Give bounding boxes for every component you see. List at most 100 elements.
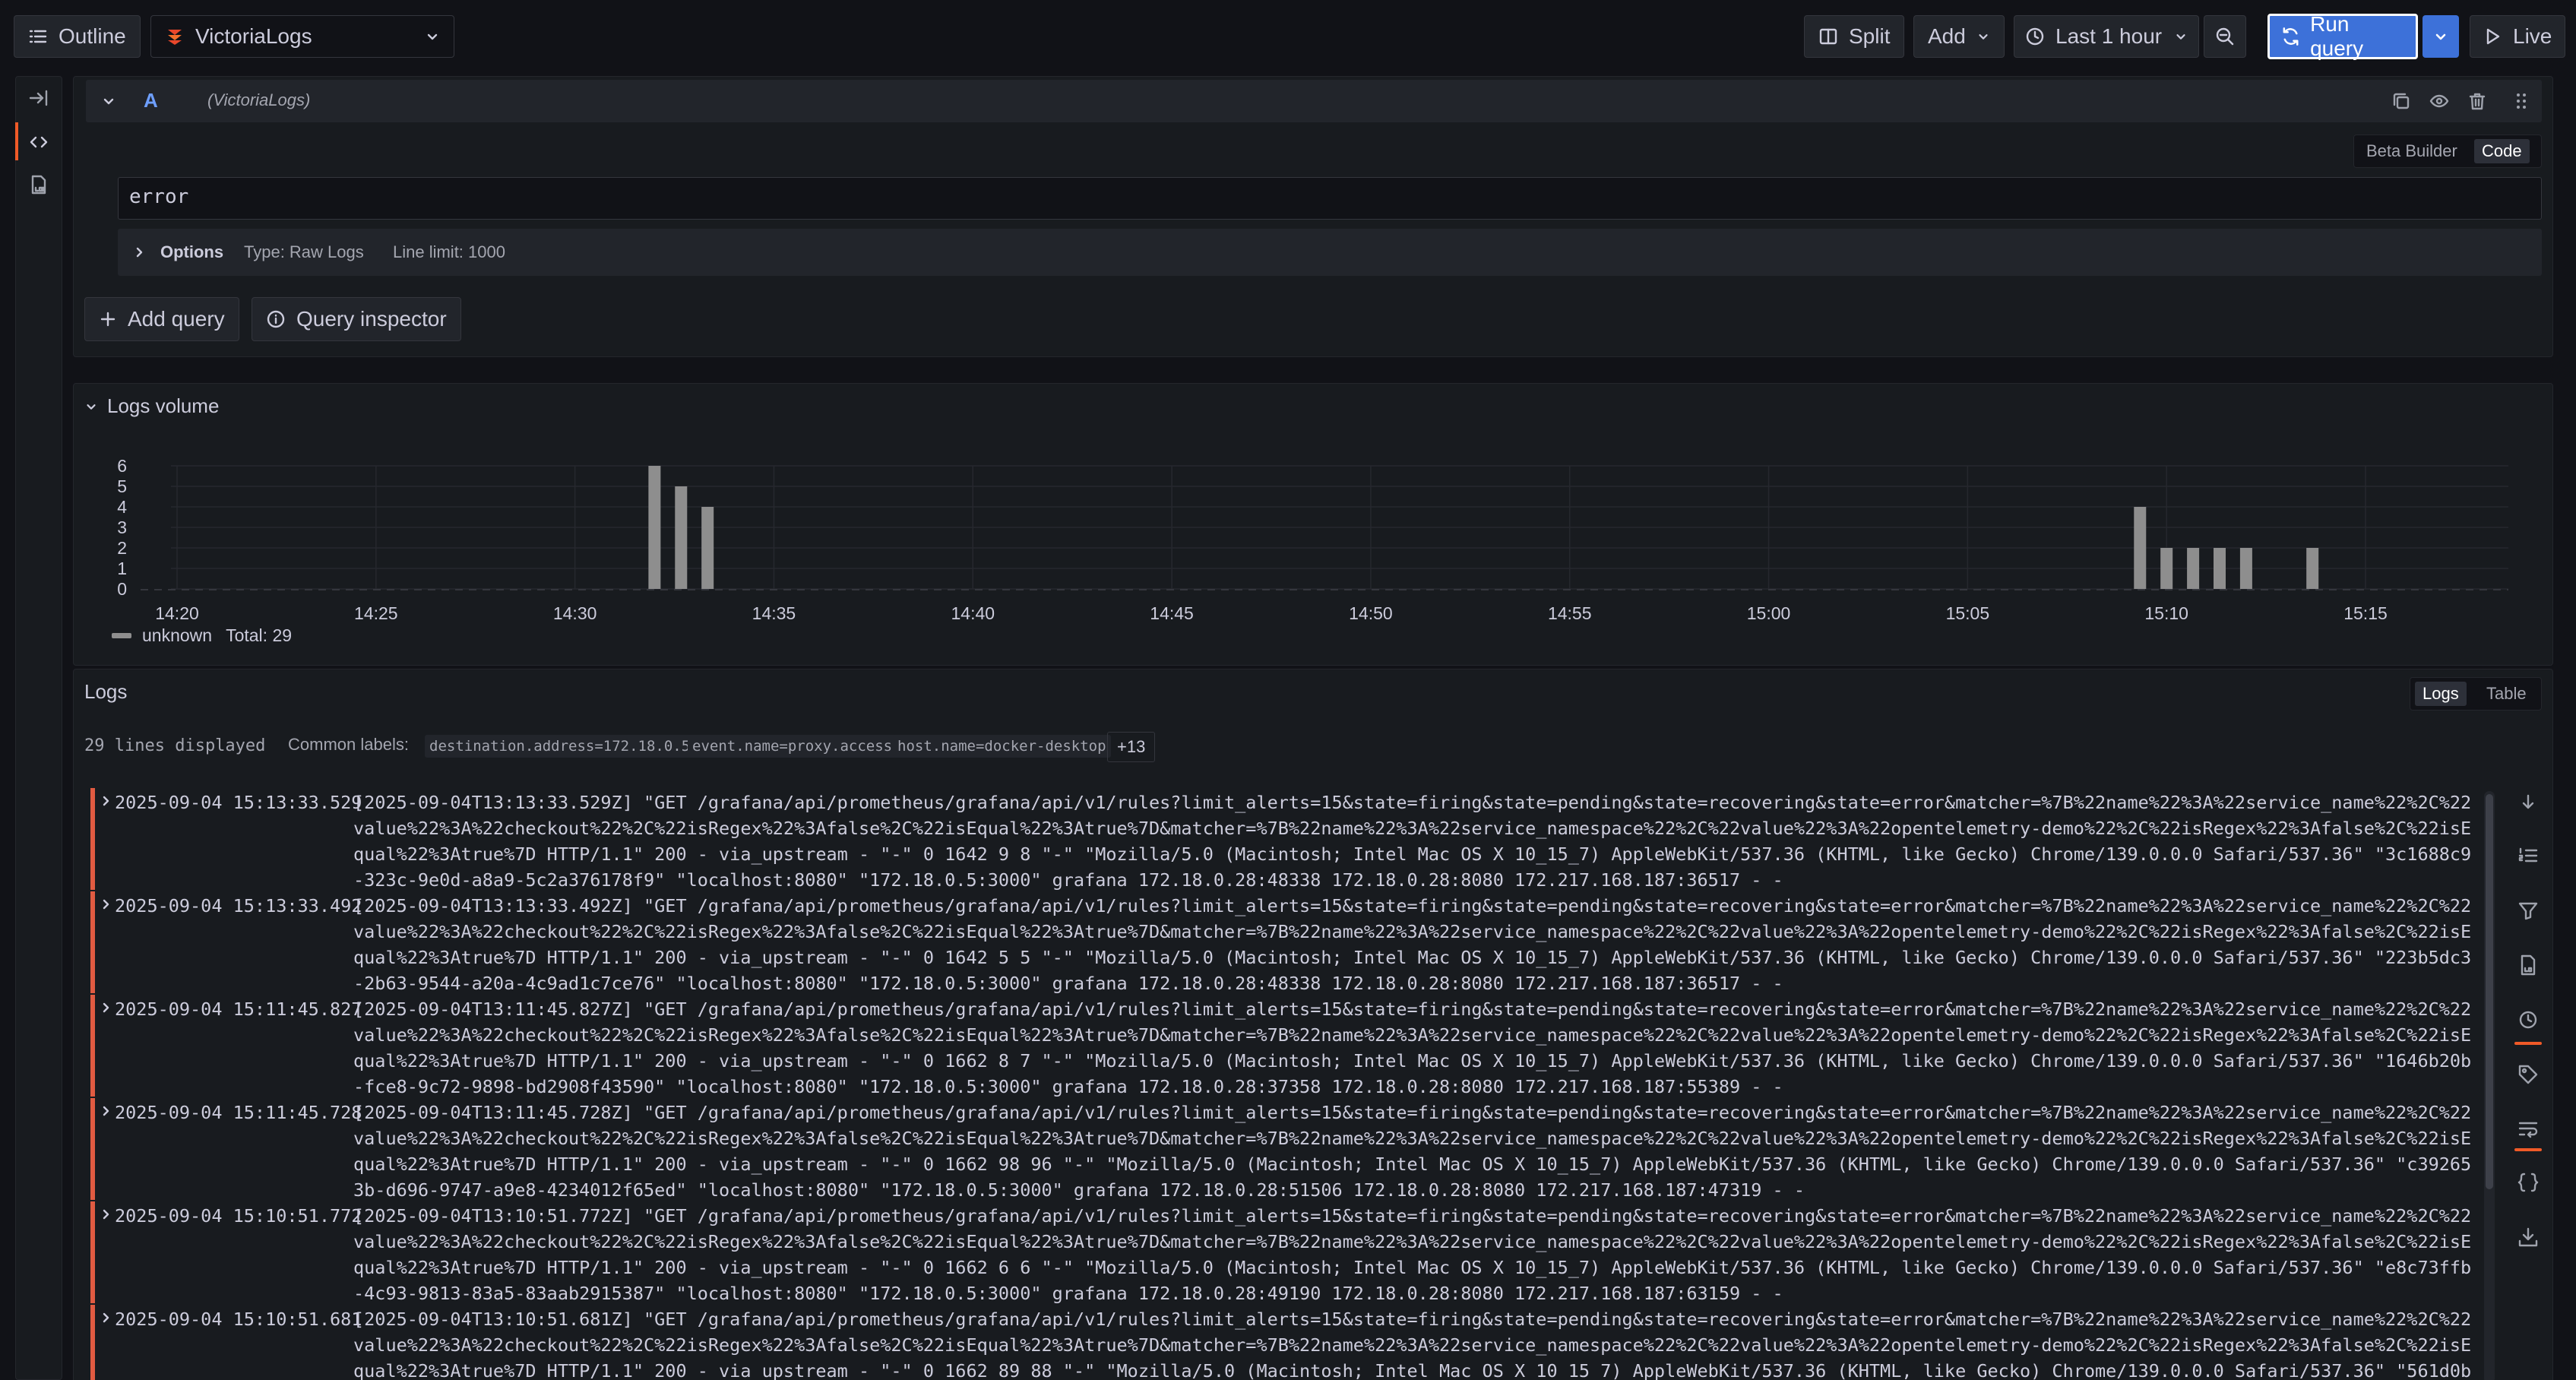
datasource-picker[interactable]: VictoriaLogs <box>150 15 454 58</box>
query-expression-text: error <box>129 185 189 208</box>
zoom-out-icon <box>2216 27 2234 46</box>
y-tick-label: 6 <box>117 456 127 476</box>
y-tick-label: 0 <box>117 579 127 599</box>
info-circle-icon <box>267 310 285 328</box>
run-query-label: Run query <box>2310 12 2364 60</box>
outline-button[interactable]: Outline <box>14 15 141 58</box>
log-level-bar <box>90 1098 95 1200</box>
json-braces-icon[interactable] <box>2517 1171 2540 1194</box>
download-logs-icon[interactable] <box>2517 954 2540 976</box>
duplicate-query-icon[interactable] <box>2391 91 2411 111</box>
common-label-tag: host.name=docker-desktop <box>893 735 1111 758</box>
query-expression-input[interactable]: error <box>118 177 2542 220</box>
refresh-icon <box>2283 27 2299 46</box>
chevron-down-icon[interactable] <box>101 93 116 109</box>
logs-volume-panel: Logs volume 0 1 2 3 4 5 6 14:20 14:25 14:30 14:35 1… <box>73 383 2553 666</box>
logs-scrollbar-thumb[interactable] <box>2486 794 2493 1189</box>
run-query-options-button[interactable] <box>2423 15 2459 58</box>
chevron-down-icon <box>427 33 438 40</box>
table-view-tab[interactable]: Table <box>2479 682 2534 706</box>
logs-volume-title: Logs volume <box>107 394 220 417</box>
volume-bar <box>2160 548 2173 589</box>
logs-scrollbar[interactable] <box>2484 791 2495 1380</box>
beta-builder-tab[interactable]: Beta Builder <box>2359 139 2465 163</box>
query-row-header: A (VictoriaLogs) <box>86 80 2542 122</box>
live-label: Live <box>2513 24 2552 48</box>
zoom-out-button[interactable] <box>2204 15 2246 58</box>
logs-panel: Logs Logs Table 29 lines displayed Commo… <box>73 669 2553 1380</box>
trash-icon[interactable] <box>2467 91 2487 111</box>
add-query-button[interactable]: Add query <box>84 297 239 341</box>
scroll-to-bottom-icon[interactable] <box>2517 791 2540 814</box>
log-line: [2025-09-04T13:11:45.728Z] "GET /grafana… <box>353 1102 2472 1201</box>
editor-mode-toggle: Beta Builder Code <box>2353 135 2542 168</box>
log-level-bar <box>90 891 95 993</box>
add-button[interactable]: Add <box>1913 15 2005 58</box>
collapse-sidebar-button[interactable] <box>28 87 49 109</box>
query-inspector-button[interactable]: Query inspector <box>252 297 461 341</box>
drag-handle-icon[interactable] <box>2511 91 2531 111</box>
logs-title: Logs <box>84 680 128 703</box>
tag-icon[interactable] <box>2517 1063 2540 1086</box>
live-button[interactable]: Live <box>2470 15 2565 58</box>
y-tick-label: 4 <box>117 497 127 517</box>
query-options-row[interactable]: Options Type: Raw Logs Line limit: 1000 <box>118 229 2542 276</box>
split-button[interactable]: Split <box>1804 15 1905 58</box>
log-rows: 2025-09-04 15:13:33.529 [2025-09-04T13:1… <box>74 788 2498 1380</box>
x-tick-label: 14:20 <box>155 603 199 623</box>
logs-view-tab[interactable]: Logs <box>2415 682 2467 706</box>
legend-total: Total: 29 <box>226 625 293 645</box>
outline-label: Outline <box>59 24 126 48</box>
wrap-lines-icon[interactable] <box>2517 1118 2540 1141</box>
queries-tab[interactable] <box>28 131 49 153</box>
y-tick-label: 3 <box>117 518 127 537</box>
clock-icon <box>2026 27 2044 46</box>
run-query-button[interactable]: Run query <box>2267 12 2418 60</box>
chevron-right-icon[interactable] <box>101 1001 112 1014</box>
clock-icon[interactable] <box>2517 1008 2540 1031</box>
query-ref-id[interactable]: A <box>144 89 158 112</box>
log-line: [2025-09-04T13:13:33.529Z] "GET /grafana… <box>353 792 2472 891</box>
add-query-label: Add query <box>128 307 225 331</box>
logs-volume-header[interactable]: Logs volume <box>84 394 219 418</box>
chevron-down-icon <box>2176 34 2185 40</box>
logs-tab[interactable] <box>28 174 49 195</box>
active-tool-underline <box>2514 1042 2542 1045</box>
log-row[interactable]: 2025-09-04 15:10:51.772 [2025-09-04T13:1… <box>90 1201 2484 1305</box>
logs-view-toggle: Logs Table <box>2410 677 2542 711</box>
options-label: Options <box>160 242 224 261</box>
log-line: [2025-09-04T13:13:33.492Z] "GET /grafana… <box>353 895 2472 994</box>
log-row[interactable]: 2025-09-04 15:11:45.728 [2025-09-04T13:1… <box>90 1098 2484 1201</box>
log-line: [2025-09-04T13:11:45.827Z] "GET /grafana… <box>353 999 2472 1097</box>
log-row[interactable]: 2025-09-04 15:10:51.681 [2025-09-04T13:1… <box>90 1305 2484 1380</box>
document-logs-icon <box>31 175 46 195</box>
more-labels-button[interactable]: +13 <box>1107 732 1156 762</box>
log-timestamp: 2025-09-04 15:10:51.681 <box>115 1309 362 1330</box>
log-timestamp: 2025-09-04 15:13:33.529 <box>115 792 362 813</box>
log-row[interactable]: 2025-09-04 15:11:45.827 [2025-09-04T13:1… <box>90 995 2484 1098</box>
log-row[interactable]: 2025-09-04 15:13:33.492 [2025-09-04T13:1… <box>90 891 2484 995</box>
options-type: Type: Raw Logs <box>244 242 364 261</box>
chevron-right-icon[interactable] <box>101 897 112 911</box>
options-line-limit: Line limit: 1000 <box>393 242 505 261</box>
chevron-right-icon[interactable] <box>101 1208 112 1221</box>
chevron-right-icon[interactable] <box>101 1311 112 1325</box>
volume-bar <box>701 507 714 589</box>
chevron-right-icon[interactable] <box>101 794 112 808</box>
time-range-label: Last 1 hour <box>2055 24 2163 48</box>
x-tick-label: 14:40 <box>951 603 995 623</box>
line-numbers-icon[interactable] <box>2517 844 2540 867</box>
x-tick-label: 15:10 <box>2144 603 2188 623</box>
log-row[interactable]: 2025-09-04 15:13:33.529 [2025-09-04T13:1… <box>90 788 2484 891</box>
legend-series-name[interactable]: unknown <box>142 625 212 646</box>
x-tick-label: 14:45 <box>1150 603 1194 623</box>
code-tab[interactable]: Code <box>2474 139 2530 163</box>
filter-icon[interactable] <box>2517 899 2540 922</box>
download-icon[interactable] <box>2517 1226 2540 1249</box>
log-level-bar <box>90 995 95 1097</box>
x-tick-label: 14:55 <box>1548 603 1592 623</box>
volume-bar <box>2306 548 2319 589</box>
eye-icon[interactable] <box>2429 91 2449 111</box>
time-range-picker[interactable]: Last 1 hour <box>2014 15 2199 58</box>
chevron-right-icon[interactable] <box>101 1104 112 1118</box>
